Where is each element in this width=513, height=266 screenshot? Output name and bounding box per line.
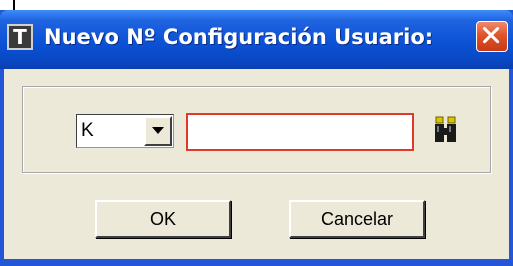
prefix-dropdown[interactable]: K bbox=[76, 114, 174, 148]
dialog-body: K OK Cancelar bbox=[4, 69, 509, 259]
window-title: Nuevo Nº Configuración Usuario: bbox=[44, 25, 434, 49]
app-icon: T bbox=[7, 24, 33, 50]
configuration-number-input[interactable] bbox=[186, 113, 414, 151]
close-button[interactable] bbox=[476, 21, 508, 52]
close-icon bbox=[483, 27, 500, 44]
prefix-dropdown-value: K bbox=[81, 120, 94, 141]
dialog-window: T Nuevo Nº Configuración Usuario: K OK C… bbox=[0, 10, 513, 266]
ok-button[interactable]: OK bbox=[95, 200, 231, 238]
dropdown-arrow-button[interactable] bbox=[144, 116, 172, 146]
cancel-button[interactable]: Cancelar bbox=[289, 200, 425, 238]
chevron-down-icon bbox=[152, 127, 164, 134]
search-button[interactable] bbox=[429, 113, 463, 149]
binoculars-icon bbox=[435, 116, 456, 142]
title-bar[interactable]: T Nuevo Nº Configuración Usuario: bbox=[0, 10, 513, 69]
